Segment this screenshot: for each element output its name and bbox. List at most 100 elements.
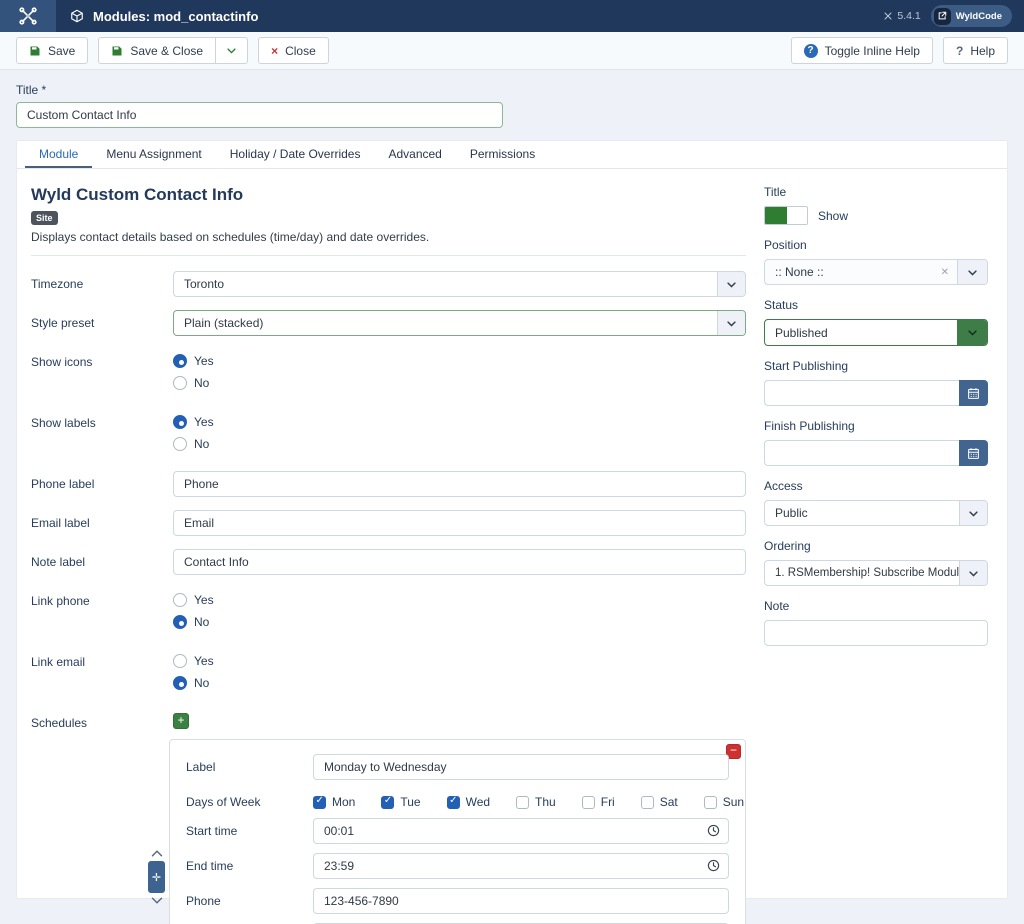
day-tue-checkbox[interactable]: Tue [381, 795, 420, 809]
day-wed-checkbox[interactable]: Wed [447, 795, 490, 809]
show-icons-yes-radio[interactable]: Yes [173, 353, 746, 369]
tab-permissions[interactable]: Permissions [456, 141, 549, 168]
tab-menu-assignment[interactable]: Menu Assignment [92, 141, 215, 168]
checkbox-icon [447, 796, 460, 809]
module-description: Displays contact details based on schedu… [31, 230, 746, 244]
module-cube-icon [70, 9, 84, 23]
checkbox-icon [641, 796, 654, 809]
module-edit-card: Module Menu Assignment Holiday / Date Ov… [16, 140, 1008, 899]
toggle-inline-help-button[interactable]: ? Toggle Inline Help [791, 37, 933, 64]
link-phone-label: Link phone [31, 588, 173, 636]
schedule-reorder-controls: ✛ [148, 849, 165, 905]
timezone-select[interactable]: Toronto [173, 271, 746, 297]
start-time-label: Start time [186, 818, 313, 844]
days-of-week-checkboxes: Mon Tue Wed Thu Fri Sat Sun [313, 789, 744, 809]
wyldcode-button[interactable]: WyldCode [931, 5, 1012, 27]
start-time-input[interactable] [313, 818, 729, 844]
tab-advanced[interactable]: Advanced [374, 141, 455, 168]
day-fri-checkbox[interactable]: Fri [582, 795, 615, 809]
link-phone-yes-radio[interactable]: Yes [173, 592, 746, 608]
schedule-phone-input[interactable] [313, 888, 729, 914]
joomla-logo[interactable] [0, 0, 56, 32]
start-publishing-label: Start Publishing [764, 359, 988, 373]
status-label: Status [764, 298, 988, 312]
save-button[interactable]: Save [16, 37, 88, 64]
show-labels-label: Show labels [31, 410, 173, 458]
move-handle-icon: ✛ [152, 871, 161, 884]
clear-icon[interactable]: ✕ [941, 260, 957, 284]
title-field-area: Title * [0, 70, 1024, 128]
title-toggle-label: Title [764, 185, 988, 199]
move-down-icon[interactable] [151, 896, 163, 905]
module-options-panel: Wyld Custom Contact Info Site Displays c… [31, 185, 746, 924]
start-publishing-input[interactable] [764, 380, 959, 406]
inline-help-icon: ? [804, 44, 818, 58]
save-close-button[interactable]: Save & Close [98, 37, 216, 64]
divider [31, 255, 746, 256]
chevron-down-icon [717, 311, 745, 335]
day-mon-checkbox[interactable]: Mon [313, 795, 355, 809]
day-thu-checkbox[interactable]: Thu [516, 795, 556, 809]
day-sat-checkbox[interactable]: Sat [641, 795, 678, 809]
chevron-down-icon [226, 45, 237, 56]
drag-handle[interactable]: ✛ [148, 861, 165, 893]
days-of-week-label: Days of Week [186, 789, 313, 809]
title-toggle-state: Show [818, 209, 848, 223]
finish-publishing-input[interactable] [764, 440, 959, 466]
close-button[interactable]: × Close [258, 37, 329, 64]
access-select[interactable]: Public [764, 500, 988, 526]
joomla-version-icon [883, 11, 893, 21]
show-icons-no-radio[interactable]: No [173, 375, 746, 391]
save-close-split: Save & Close [98, 37, 248, 64]
link-email-radios: Yes No [173, 649, 746, 697]
chevron-down-icon [959, 561, 987, 585]
end-time-input[interactable] [313, 853, 729, 879]
day-sun-checkbox[interactable]: Sun [704, 795, 744, 809]
help-button[interactable]: ? Help [943, 37, 1008, 64]
module-heading: Wyld Custom Contact Info [31, 185, 746, 205]
note-label-input[interactable] [173, 549, 746, 575]
phone-label-input[interactable] [173, 471, 746, 497]
link-email-yes-radio[interactable]: Yes [173, 653, 746, 669]
tab-module[interactable]: Module [25, 141, 92, 168]
start-publishing-calendar-button[interactable] [959, 380, 988, 406]
close-icon: × [271, 44, 278, 58]
style-preset-select[interactable]: Plain (stacked) [173, 310, 746, 336]
add-schedule-button[interactable]: + [173, 713, 189, 729]
note-input[interactable] [764, 620, 988, 646]
move-up-icon[interactable] [151, 849, 163, 858]
toolbar: Save Save & Close × Close ? Toggle Inlin… [0, 32, 1024, 70]
position-label: Position [764, 238, 988, 252]
link-email-no-radio[interactable]: No [173, 675, 746, 691]
app-header: Modules: mod_contactinfo 5.4.1 WyldCode [0, 0, 1024, 32]
schedule-item-card: − Label Days of Week Mon Tue Wed Thu Fri [169, 739, 746, 924]
schedule-label-input[interactable] [313, 754, 729, 780]
show-labels-no-radio[interactable]: No [173, 436, 746, 452]
clock-icon [707, 859, 720, 872]
checkbox-icon [381, 796, 394, 809]
ordering-label: Ordering [764, 539, 988, 553]
style-preset-label: Style preset [31, 310, 173, 336]
radio-icon [173, 437, 187, 451]
position-combobox[interactable]: :: None :: ✕ [764, 259, 988, 285]
ordering-select[interactable]: 1. RSMembership! Subscribe Module [764, 560, 988, 586]
radio-icon [173, 376, 187, 390]
title-input[interactable] [16, 102, 503, 128]
radio-icon [173, 676, 187, 690]
finish-publishing-calendar-button[interactable] [959, 440, 988, 466]
show-labels-yes-radio[interactable]: Yes [173, 414, 746, 430]
module-settings-sidebar: Title Show Position :: None :: ✕ Status [764, 185, 988, 924]
note-label-label: Note label [31, 549, 173, 575]
save-options-dropdown[interactable] [216, 37, 248, 64]
tab-bar: Module Menu Assignment Holiday / Date Ov… [17, 141, 1007, 169]
title-show-toggle[interactable] [764, 206, 808, 225]
email-label-input[interactable] [173, 510, 746, 536]
save-icon [111, 45, 123, 57]
status-select[interactable]: Published [764, 319, 988, 346]
radio-icon [173, 593, 187, 607]
tab-holiday-date-overrides[interactable]: Holiday / Date Overrides [216, 141, 375, 168]
show-icons-radios: Yes No [173, 349, 746, 397]
radio-icon [173, 654, 187, 668]
link-phone-no-radio[interactable]: No [173, 614, 746, 630]
email-label-label: Email label [31, 510, 173, 536]
